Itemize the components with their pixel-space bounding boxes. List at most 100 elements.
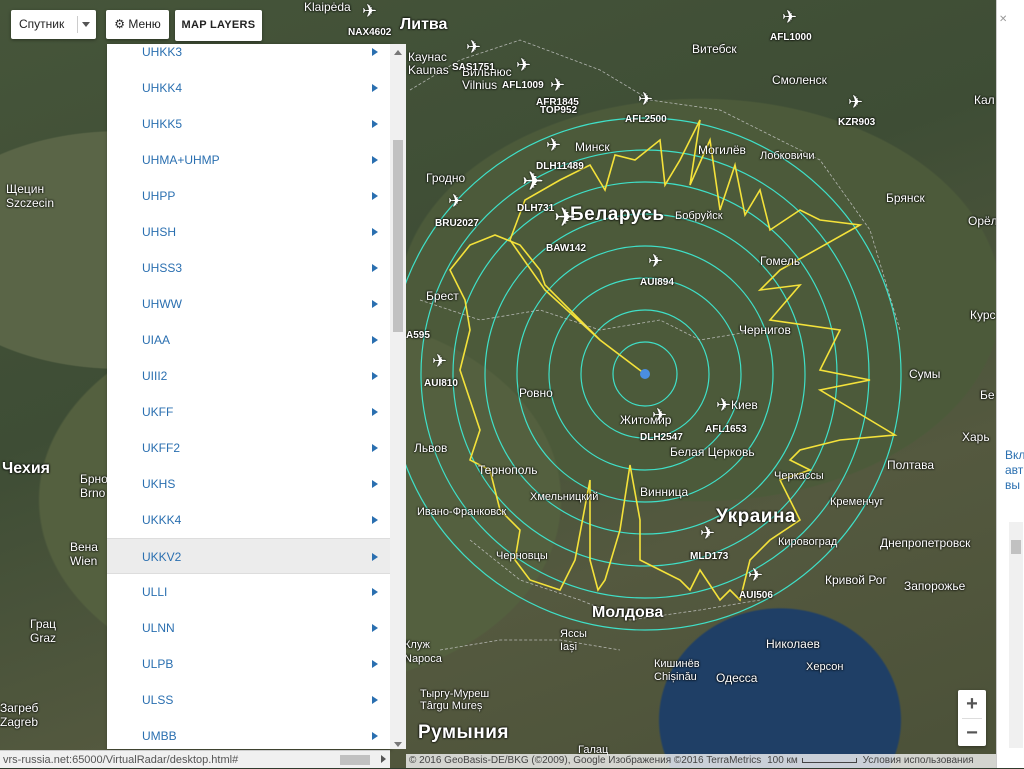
zoom-control: + − xyxy=(958,690,986,746)
aircraft-icon[interactable]: ✈ xyxy=(638,90,653,108)
panel-scrollbar[interactable] xyxy=(1009,522,1023,748)
chevron-right-icon xyxy=(372,408,378,416)
menu-item[interactable]: UHKK5 xyxy=(107,106,390,142)
city-tyrgu: Тыргу-Муреш Târgu Mureș xyxy=(420,688,490,712)
aircraft-callsign[interactable]: BRU2027 xyxy=(435,218,479,229)
city-klaipeda: Klaipėda xyxy=(304,0,351,14)
aircraft-callsign[interactable]: SAS1751 xyxy=(452,62,495,73)
menu-item[interactable]: UHWW xyxy=(107,286,390,322)
city-gomel: Гомель xyxy=(760,254,801,268)
panel-text[interactable]: Вкл авт вы xyxy=(1005,448,1024,493)
menu-item[interactable]: UHSS3 xyxy=(107,250,390,286)
scroll-up-icon[interactable] xyxy=(394,50,402,55)
menu-item[interactable]: UIAA xyxy=(107,322,390,358)
aircraft-icon[interactable]: ✈ xyxy=(748,566,763,584)
aircraft-icon[interactable]: ✈ xyxy=(362,2,377,20)
menu-item[interactable]: ULPB xyxy=(107,646,390,682)
chevron-right-icon xyxy=(372,120,378,128)
menu-item[interactable]: ULSS xyxy=(107,682,390,718)
menu-item-label: ULPB xyxy=(142,657,174,671)
city-nikolaev: Николаев xyxy=(766,637,820,651)
menu-item[interactable]: UKHS xyxy=(107,466,390,502)
country-ukraine: Украина xyxy=(716,506,797,527)
chevron-right-icon xyxy=(372,588,378,596)
aircraft-icon[interactable]: ✈ xyxy=(848,93,863,111)
terms-link[interactable]: Условия использования xyxy=(860,755,974,766)
city-kremenchug: Кременчуг xyxy=(830,496,884,508)
aircraft-icon[interactable]: ✈ xyxy=(546,136,561,154)
city-brest: Брест xyxy=(426,289,459,303)
aircraft-icon[interactable]: ✈ xyxy=(554,204,576,230)
country-czech: Чехия xyxy=(2,460,50,477)
close-icon[interactable]: ✕ xyxy=(999,14,1007,25)
country-moldova: Молдова xyxy=(592,604,664,621)
aircraft-icon[interactable]: ✈ xyxy=(432,352,447,370)
city-brno: Брно Brno xyxy=(80,472,108,500)
aircraft-callsign[interactable]: AUI894 xyxy=(640,277,674,288)
aircraft-callsign[interactable]: MLD173 xyxy=(690,551,728,562)
aircraft-icon[interactable]: ✈ xyxy=(522,168,544,194)
scrollbar-thumb[interactable] xyxy=(340,755,370,765)
aircraft-icon[interactable]: ✈ xyxy=(700,524,715,542)
menu-button[interactable]: ⚙ Меню xyxy=(106,10,169,39)
aircraft-callsign[interactable]: AUI506 xyxy=(739,590,773,601)
horizontal-scrollbar[interactable] xyxy=(330,751,390,768)
menu-item[interactable]: UHKK4 xyxy=(107,70,390,106)
city-kharkov: Харь xyxy=(962,430,990,444)
city-ternopol: Тернополь xyxy=(478,463,538,477)
menu-item[interactable]: UHKK3 xyxy=(107,44,390,70)
aircraft-callsign[interactable]: DLH731 xyxy=(517,203,554,214)
scroll-right-icon[interactable] xyxy=(381,755,386,763)
menu-item[interactable]: ULLI xyxy=(107,574,390,610)
chevron-right-icon xyxy=(372,516,378,524)
menu-item[interactable]: UIII2 xyxy=(107,358,390,394)
menu-item[interactable]: ULNN xyxy=(107,610,390,646)
menu-item[interactable]: UHSH xyxy=(107,214,390,250)
aircraft-callsign[interactable]: AUI810 xyxy=(424,378,458,389)
map-layers-button[interactable]: MAP LAYERS xyxy=(175,10,262,41)
menu-item[interactable]: UKFF2 xyxy=(107,430,390,466)
aircraft-icon[interactable]: ✈ xyxy=(652,406,667,424)
aircraft-callsign[interactable]: NAX4602 xyxy=(348,27,391,38)
menu-item[interactable]: UKFF xyxy=(107,394,390,430)
aircraft-callsign[interactable]: BAW142 xyxy=(546,243,586,254)
zoom-in-button[interactable]: + xyxy=(958,690,986,718)
aircraft-callsign[interactable]: AFL2500 xyxy=(625,114,667,125)
scroll-down-icon[interactable] xyxy=(394,742,402,747)
aircraft-callsign[interactable]: AFL1653 xyxy=(705,424,747,435)
aircraft-callsign[interactable]: A595 xyxy=(406,330,430,341)
scrollbar-thumb[interactable] xyxy=(1011,540,1021,554)
city-orel: Орёл xyxy=(968,214,996,228)
aircraft-icon[interactable]: ✈ xyxy=(448,192,463,210)
menu-scrollbar[interactable] xyxy=(390,44,406,749)
menu-item-label: UHSS3 xyxy=(142,261,183,275)
aircraft-icon[interactable]: ✈ xyxy=(466,38,481,56)
aircraft-callsign[interactable]: AFL1000 xyxy=(770,32,812,43)
chevron-right-icon xyxy=(372,84,378,92)
aircraft-icon[interactable]: ✈ xyxy=(716,396,731,414)
aircraft-callsign[interactable]: KZR903 xyxy=(838,117,875,128)
scrollbar-thumb[interactable] xyxy=(393,140,403,332)
map-type-select[interactable]: Спутник xyxy=(11,10,96,39)
aircraft-callsign[interactable]: AFL1009 xyxy=(502,80,544,91)
aircraft-callsign[interactable]: DLH2547 xyxy=(640,432,683,443)
zoom-out-button[interactable]: − xyxy=(958,719,986,747)
city-minsk: Минск xyxy=(575,140,610,154)
aircraft-icon[interactable]: ✈ xyxy=(648,252,663,270)
aircraft-icon[interactable]: ✈ xyxy=(550,76,565,94)
aircraft-callsign[interactable]: TOP952 xyxy=(540,105,577,116)
city-zaporozhye: Запорожье xyxy=(904,579,966,593)
menu-item[interactable]: UMBB xyxy=(107,718,390,749)
city-cherkassy: Черкассы xyxy=(774,470,824,482)
aircraft-icon[interactable]: ✈ xyxy=(782,8,797,26)
city-chernovtsy: Черновцы xyxy=(496,550,548,562)
aircraft-icon[interactable]: ✈ xyxy=(516,56,531,74)
menu-item[interactable]: UHMA+UHMP xyxy=(107,142,390,178)
menu-item[interactable]: UHPP xyxy=(107,178,390,214)
menu-item[interactable]: UKKK4 xyxy=(107,502,390,538)
chevron-right-icon xyxy=(372,300,378,308)
city-lviv: Львов xyxy=(414,441,448,455)
menu-item-active[interactable]: UKKV2 xyxy=(107,538,390,574)
chevron-right-icon xyxy=(372,480,378,488)
city-grodno: Гродно xyxy=(426,171,466,185)
